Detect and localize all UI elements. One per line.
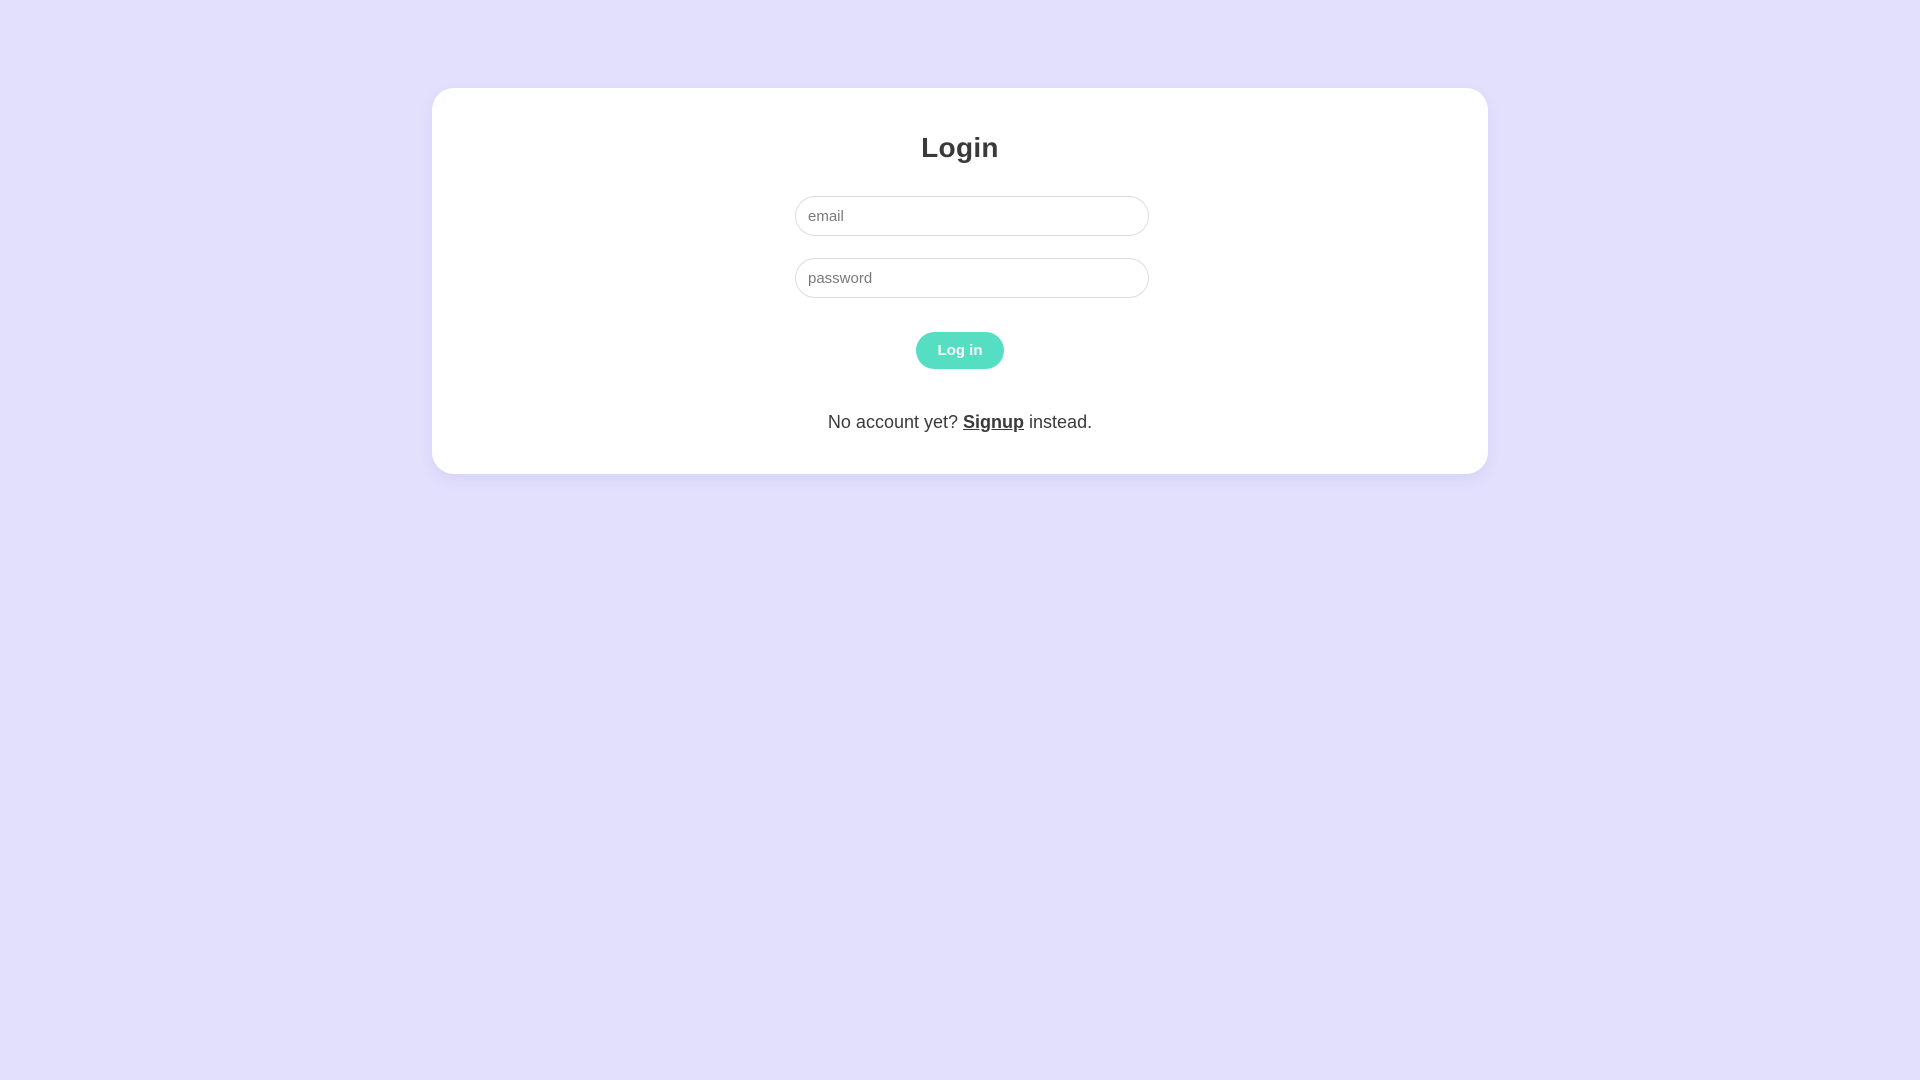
password-field[interactable] (795, 258, 1149, 298)
signup-prompt-prefix: No account yet? (827, 412, 958, 432)
signup-prompt: No account yet? Signup instead. (432, 412, 1488, 433)
login-card: Login Log in No account yet? Signup inst… (432, 88, 1488, 474)
page-title: Login (921, 132, 999, 163)
email-field[interactable] (795, 196, 1149, 236)
signup-link[interactable]: Signup (963, 412, 1024, 432)
login-button[interactable]: Log in (916, 332, 1004, 369)
signup-prompt-suffix: instead. (1029, 412, 1093, 432)
